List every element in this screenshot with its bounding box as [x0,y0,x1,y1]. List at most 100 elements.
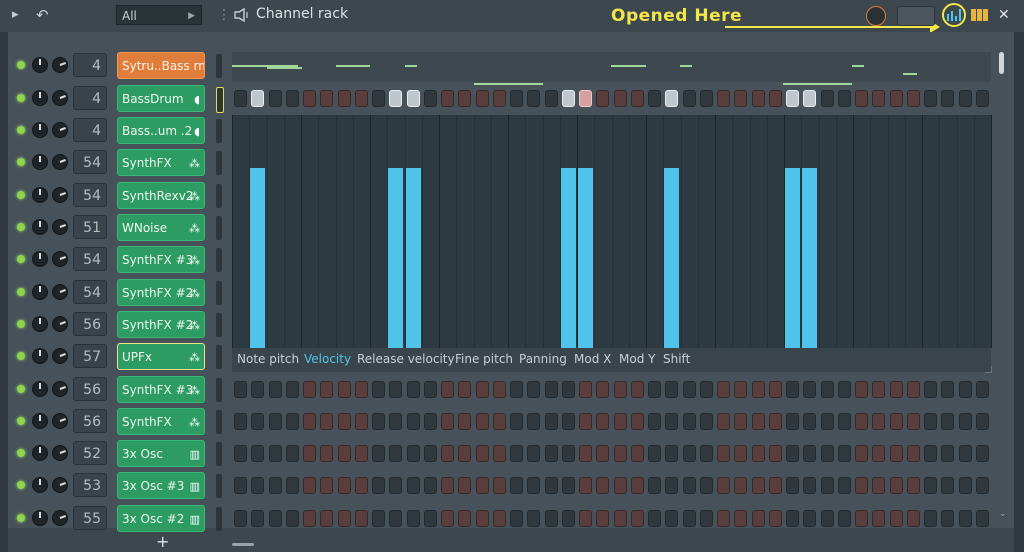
step-button[interactable] [855,381,868,398]
step-button[interactable] [768,477,782,494]
steps-display[interactable] [897,6,935,26]
step-button[interactable] [268,381,282,398]
step-button[interactable] [372,413,385,430]
step-button[interactable] [630,90,644,107]
step-button[interactable] [234,413,247,430]
piano-roll-icon[interactable] [971,9,989,21]
step-button[interactable] [337,90,351,107]
step-button[interactable] [665,445,679,462]
pan-knob[interactable] [32,445,48,461]
step-button[interactable] [648,90,661,107]
mute-led[interactable] [17,417,25,425]
step-button[interactable] [630,381,644,398]
step-button[interactable] [475,445,489,462]
volume-knob[interactable] [52,381,68,397]
step-button[interactable] [458,413,472,430]
step-button[interactable] [234,445,247,462]
step-button[interactable] [268,477,282,494]
step-button[interactable] [596,381,610,398]
close-icon[interactable]: ✕ [998,7,1010,23]
volume-knob[interactable] [52,510,68,526]
step-button[interactable] [855,510,868,527]
step-button[interactable] [285,381,299,398]
tab-fine-pitch[interactable]: Fine pitch [455,352,513,366]
step-button[interactable] [441,445,454,462]
channel-select-bar[interactable] [216,151,222,175]
volume-knob[interactable] [52,57,68,73]
volume-knob[interactable] [52,90,68,106]
step-button[interactable] [579,90,592,107]
graph-editor[interactable] [232,115,992,348]
vertical-scrollbar[interactable] [997,48,1007,518]
step-button[interactable] [717,445,730,462]
step-button[interactable] [906,445,920,462]
tab-panning[interactable]: Panning [519,352,567,366]
channel-select-bar[interactable] [216,410,222,434]
step-button[interactable] [717,477,730,494]
step-button[interactable] [268,90,282,107]
step-button[interactable] [958,510,972,527]
step-button[interactable] [786,510,799,527]
step-button[interactable] [837,477,851,494]
velocity-bar[interactable] [250,168,266,348]
volume-knob[interactable] [52,122,68,138]
horizontal-scroll-thumb[interactable] [232,543,254,546]
step-button[interactable] [303,445,316,462]
channel-button[interactable]: SynthFX ⁂ [117,149,205,176]
step-button[interactable] [820,413,834,430]
tab-mod-y[interactable]: Mod Y [619,352,655,366]
step-button[interactable] [682,413,696,430]
step-button[interactable] [734,477,748,494]
mute-led[interactable] [17,158,25,166]
undo-icon[interactable]: ↶ [36,8,49,23]
step-button[interactable] [475,510,489,527]
channel-select-bar[interactable] [216,474,222,498]
step-button[interactable] [682,381,696,398]
step-button[interactable] [320,445,334,462]
step-button[interactable] [492,413,506,430]
step-button[interactable] [872,445,886,462]
step-button[interactable] [458,90,472,107]
step-button[interactable] [561,413,575,430]
step-button[interactable] [820,445,834,462]
step-button[interactable] [527,413,541,430]
step-button[interactable] [941,90,955,107]
step-button[interactable] [924,445,937,462]
mute-led[interactable] [17,288,25,296]
step-button[interactable] [268,445,282,462]
step-button[interactable] [751,381,765,398]
step-button[interactable] [285,413,299,430]
step-button[interactable] [527,477,541,494]
step-button[interactable] [354,381,368,398]
step-button[interactable] [303,381,316,398]
pan-knob[interactable] [32,381,48,397]
mixer-track-number[interactable]: 53 [73,473,107,497]
step-button[interactable] [906,413,920,430]
step-button[interactable] [510,90,523,107]
mixer-track-number[interactable]: 4 [73,53,107,77]
step-button[interactable] [475,413,489,430]
step-button[interactable] [820,90,834,107]
step-button[interactable] [544,381,558,398]
step-button[interactable] [285,445,299,462]
step-button[interactable] [303,477,316,494]
step-button[interactable] [510,445,523,462]
step-button[interactable] [251,381,265,398]
step-button[interactable] [820,381,834,398]
step-button[interactable] [682,445,696,462]
step-button[interactable] [906,90,920,107]
step-button[interactable] [423,445,437,462]
step-button[interactable] [751,413,765,430]
mixer-track-number[interactable]: 54 [73,183,107,207]
step-button[interactable] [406,445,420,462]
step-button[interactable] [389,510,403,527]
resize-handle-icon[interactable] [985,366,992,373]
step-button[interactable] [510,413,523,430]
step-button[interactable] [717,381,730,398]
step-button[interactable] [354,445,368,462]
step-button[interactable] [837,510,851,527]
step-button[interactable] [820,510,834,527]
step-button[interactable] [423,381,437,398]
step-button[interactable] [544,477,558,494]
step-button[interactable] [372,381,385,398]
